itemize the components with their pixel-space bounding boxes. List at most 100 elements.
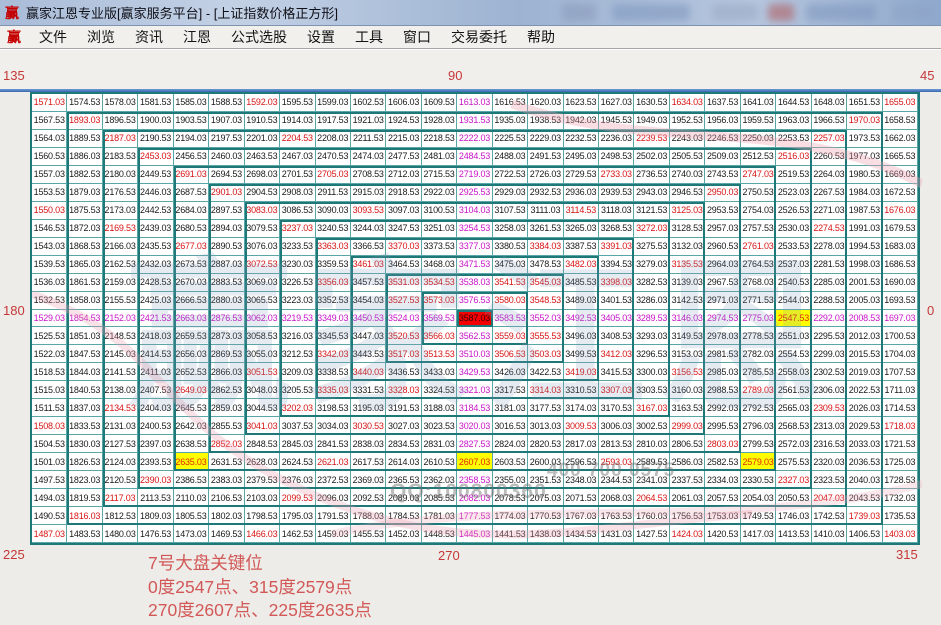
grid-cell[interactable]: 3580.03: [493, 292, 528, 310]
grid-cell[interactable]: 3408.53: [599, 327, 634, 345]
grid-cell[interactable]: 2089.03: [386, 489, 421, 507]
grid-cell[interactable]: 2257.03: [812, 130, 847, 148]
grid-cell[interactable]: 2456.53: [174, 148, 209, 166]
grid-cell[interactable]: 3545.03: [528, 274, 563, 292]
grid-cell[interactable]: 2152.03: [103, 310, 138, 328]
grid-cell[interactable]: 2169.53: [103, 220, 138, 238]
grid-cell[interactable]: 1508.03: [32, 417, 67, 435]
grid-cell[interactable]: 3023.53: [422, 417, 457, 435]
grid-cell[interactable]: 1683.03: [883, 238, 918, 256]
grid-cell[interactable]: 2404.03: [138, 399, 173, 417]
grid-cell[interactable]: 2292.03: [812, 310, 847, 328]
grid-cell[interactable]: 3331.53: [351, 381, 386, 399]
grid-cell[interactable]: 2204.53: [280, 130, 315, 148]
grid-cell[interactable]: 2680.53: [174, 220, 209, 238]
grid-cell[interactable]: 2985.03: [705, 363, 740, 381]
grid-cell[interactable]: 3587.03: [457, 310, 492, 328]
grid-cell[interactable]: 2827.53: [457, 435, 492, 453]
grid-cell[interactable]: 1830.03: [67, 435, 102, 453]
menu-item-9[interactable]: 帮助: [517, 29, 565, 45]
grid-cell[interactable]: 2071.53: [564, 489, 599, 507]
menu-item-5[interactable]: 设置: [297, 29, 345, 45]
grid-cell[interactable]: 3527.53: [386, 292, 421, 310]
grid-cell[interactable]: 3503.03: [528, 345, 563, 363]
grid-cell[interactable]: 3048.03: [245, 381, 280, 399]
grid-cell[interactable]: 1413.53: [776, 525, 811, 543]
grid-cell[interactable]: 2351.53: [528, 471, 563, 489]
grid-cell[interactable]: 1875.53: [67, 202, 102, 220]
grid-cell[interactable]: 3233.53: [280, 238, 315, 256]
grid-cell[interactable]: 3286.03: [634, 292, 669, 310]
grid-cell[interactable]: 1434.53: [564, 525, 599, 543]
grid-cell[interactable]: 2873.03: [209, 327, 244, 345]
grid-cell[interactable]: 3296.53: [634, 345, 669, 363]
grid-cell[interactable]: 2796.03: [741, 417, 776, 435]
grid-cell[interactable]: 1686.53: [883, 256, 918, 274]
grid-cell[interactable]: 3352.53: [316, 292, 351, 310]
grid-cell[interactable]: 2677.03: [174, 238, 209, 256]
grid-cell[interactable]: 2446.03: [138, 184, 173, 202]
grid-cell[interactable]: 2036.53: [847, 453, 882, 471]
menu-item-7[interactable]: 窗口: [393, 29, 441, 45]
grid-cell[interactable]: 2701.53: [280, 166, 315, 184]
grid-cell[interactable]: 2019.03: [847, 363, 882, 381]
grid-cell[interactable]: 2932.53: [528, 184, 563, 202]
grid-cell[interactable]: 2407.53: [138, 381, 173, 399]
grid-cell[interactable]: 2078.53: [493, 489, 528, 507]
grid-cell[interactable]: 3436.53: [386, 363, 421, 381]
grid-cell[interactable]: 3167.03: [634, 399, 669, 417]
grid-cell[interactable]: 3195.03: [351, 399, 386, 417]
grid-cell[interactable]: 1788.03: [351, 507, 386, 525]
grid-cell[interactable]: 2229.03: [528, 130, 563, 148]
grid-cell[interactable]: 1529.03: [32, 310, 67, 328]
grid-cell[interactable]: 3433.03: [422, 363, 457, 381]
grid-cell[interactable]: 1403.03: [883, 525, 918, 543]
grid-cell[interactable]: 2327.03: [776, 471, 811, 489]
grid-cell[interactable]: 1928.03: [422, 112, 457, 130]
menu-item-1[interactable]: 浏览: [77, 29, 125, 45]
grid-cell[interactable]: 3541.53: [493, 274, 528, 292]
grid-cell[interactable]: 2673.53: [174, 256, 209, 274]
grid-cell[interactable]: 3226.53: [280, 274, 315, 292]
grid-cell[interactable]: 3380.53: [493, 238, 528, 256]
grid-cell[interactable]: 2610.53: [422, 453, 457, 471]
grid-cell[interactable]: 1431.03: [599, 525, 634, 543]
grid-cell[interactable]: 1658.53: [883, 112, 918, 130]
grid-cell[interactable]: 3009.53: [564, 417, 599, 435]
grid-cell[interactable]: 2726.03: [528, 166, 563, 184]
grid-cell[interactable]: 2320.03: [812, 453, 847, 471]
grid-cell[interactable]: 2747.03: [741, 166, 776, 184]
grid-cell[interactable]: 1826.53: [67, 453, 102, 471]
grid-cell[interactable]: 3524.03: [386, 310, 421, 328]
grid-cell[interactable]: 3184.53: [457, 399, 492, 417]
grid-cell[interactable]: 2579.03: [741, 453, 776, 471]
grid-cell[interactable]: 3020.03: [457, 417, 492, 435]
grid-cell[interactable]: 1497.53: [32, 471, 67, 489]
grid-cell[interactable]: 3566.03: [422, 327, 457, 345]
grid-cell[interactable]: 3198.53: [316, 399, 351, 417]
grid-cell[interactable]: 3405.03: [599, 310, 634, 328]
grid-cell[interactable]: 2533.53: [776, 238, 811, 256]
grid-cell[interactable]: 2603.53: [493, 453, 528, 471]
grid-cell[interactable]: 1669.03: [883, 166, 918, 184]
grid-cell[interactable]: 1501.03: [32, 453, 67, 471]
grid-cell[interactable]: 1441.53: [493, 525, 528, 543]
grid-cell[interactable]: 3471.53: [457, 256, 492, 274]
grid-cell[interactable]: 3415.53: [599, 363, 634, 381]
grid-cell[interactable]: 3370.03: [386, 238, 421, 256]
grid-cell[interactable]: 3513.53: [422, 345, 457, 363]
grid-cell[interactable]: 1896.53: [103, 112, 138, 130]
grid-cell[interactable]: 3090.03: [316, 202, 351, 220]
grid-cell[interactable]: 3328.03: [386, 381, 421, 399]
grid-cell[interactable]: 2215.03: [386, 130, 421, 148]
grid-cell[interactable]: 3240.53: [316, 220, 351, 238]
grid-cell[interactable]: 2575.53: [776, 453, 811, 471]
grid-cell[interactable]: 2523.03: [776, 184, 811, 202]
grid-cell[interactable]: 2659.53: [174, 327, 209, 345]
grid-cell[interactable]: 3132.03: [670, 238, 705, 256]
grid-cell[interactable]: 1774.03: [493, 507, 528, 525]
grid-cell[interactable]: 3093.53: [351, 202, 386, 220]
grid-cell[interactable]: 1620.03: [528, 94, 563, 112]
grid-cell[interactable]: 2967.53: [705, 274, 740, 292]
grid-cell[interactable]: 2722.53: [493, 166, 528, 184]
